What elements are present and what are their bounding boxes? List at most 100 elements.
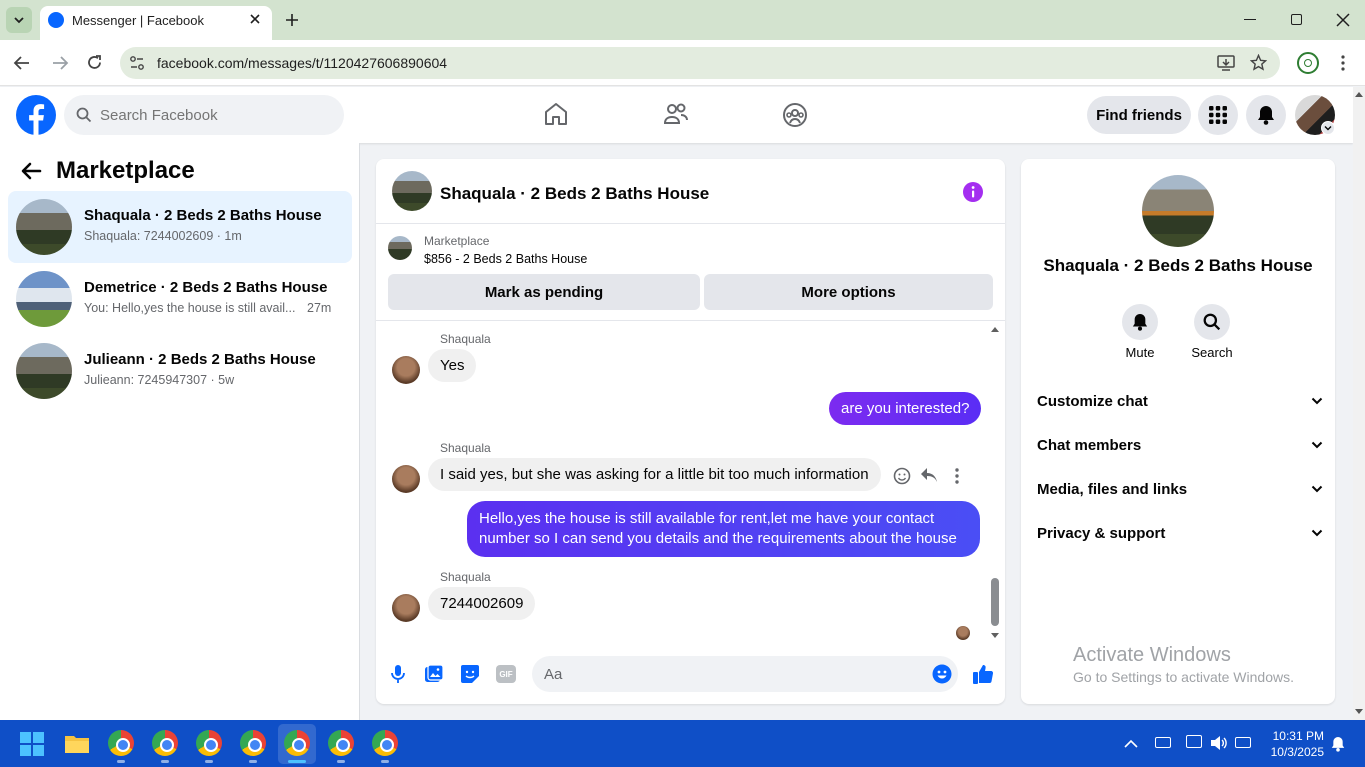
chevron-down-icon: [1311, 441, 1323, 449]
home-nav-icon[interactable]: [543, 101, 569, 127]
chrome-app-icon[interactable]: [284, 730, 310, 756]
chat-members-section[interactable]: Chat members: [1037, 425, 1323, 465]
chat-scroll-down-icon[interactable]: [990, 632, 1000, 640]
profile-icon[interactable]: [1297, 52, 1319, 74]
app-running-indicator: [205, 760, 213, 763]
sender-avatar[interactable]: [392, 356, 420, 384]
conversation-thumbnail: [16, 199, 72, 255]
back-arrow-icon[interactable]: [13, 55, 31, 71]
message-sender: Shaqualа: [440, 332, 491, 346]
find-friends-button[interactable]: Find friends: [1087, 96, 1191, 134]
incoming-message[interactable]: Yes: [428, 349, 477, 382]
sender-avatar[interactable]: [392, 594, 420, 622]
notifications-button[interactable]: [1246, 95, 1286, 135]
incoming-message[interactable]: 7244002609: [428, 587, 536, 620]
install-app-icon[interactable]: [1217, 55, 1235, 71]
close-tab-icon[interactable]: [248, 12, 262, 26]
chrome-app-icon[interactable]: [108, 730, 134, 756]
new-tab-icon[interactable]: [284, 12, 300, 28]
profile-picture[interactable]: [1142, 175, 1214, 247]
groups-nav-icon[interactable]: [782, 102, 808, 128]
windows-start-icon[interactable]: [20, 732, 44, 756]
chat-scrollbar-thumb[interactable]: [991, 578, 999, 626]
battery-icon[interactable]: [1235, 737, 1251, 748]
chevron-down-icon: [14, 17, 24, 24]
privacy-support-section[interactable]: Privacy & support: [1037, 513, 1323, 553]
search-conversation-button[interactable]: [1194, 304, 1230, 340]
incoming-message[interactable]: I said yes, but she was asking for a lit…: [428, 458, 881, 491]
listing-thumbnail[interactable]: [388, 236, 412, 260]
facebook-logo-icon[interactable]: [16, 95, 56, 135]
outgoing-message[interactable]: are you interested?: [829, 392, 982, 425]
media-files-links-section[interactable]: Media, files and links: [1037, 469, 1323, 509]
chat-title[interactable]: Shaqualа · 2 Beds 2 Baths House: [440, 184, 709, 204]
notification-bell-icon[interactable]: [1331, 736, 1345, 752]
url-text[interactable]: facebook.com/messages/t/1120427606890604: [157, 55, 447, 71]
chat-avatar[interactable]: [392, 171, 432, 211]
network-icon[interactable]: [1186, 735, 1202, 748]
page-scrollbar[interactable]: [1353, 87, 1365, 720]
app-running-indicator: [337, 760, 345, 763]
show-hidden-icons-icon[interactable]: [1124, 739, 1138, 748]
seen-receipt-avatar: [956, 626, 970, 640]
sticker-icon[interactable]: [460, 664, 480, 684]
tab-search-button[interactable]: [6, 7, 32, 33]
voice-clip-icon[interactable]: [389, 664, 407, 684]
chrome-app-icon[interactable]: [196, 730, 222, 756]
conversation-item[interactable]: Julieann · 2 Beds 2 Baths House Julieann…: [8, 335, 352, 407]
clock-date[interactable]: 10/3/2025: [1262, 745, 1324, 759]
message-sender: Shaqualа: [440, 441, 491, 455]
friends-nav-icon[interactable]: [663, 102, 689, 126]
chrome-app-icon[interactable]: [328, 730, 354, 756]
file-explorer-icon[interactable]: [64, 733, 90, 755]
like-thumbs-up-icon[interactable]: [972, 663, 994, 685]
search-box[interactable]: [64, 95, 344, 135]
customize-chat-section[interactable]: Customize chat: [1037, 381, 1323, 421]
conversation-item[interactable]: Demetrice · 2 Beds 2 Baths House You: He…: [8, 263, 352, 335]
chat-scroll-up-icon[interactable]: [990, 325, 1000, 333]
sender-avatar[interactable]: [392, 465, 420, 493]
conversation-item[interactable]: Shaqualа · 2 Beds 2 Baths House Shaqualа…: [8, 191, 352, 263]
header-divider: [376, 223, 1005, 224]
back-arrow-icon[interactable]: [21, 162, 42, 180]
more-actions-icon[interactable]: [955, 468, 959, 484]
reply-icon[interactable]: [920, 467, 938, 483]
app-running-indicator: [117, 760, 125, 763]
search-label: Search: [1191, 345, 1233, 360]
minimize-icon[interactable]: [1244, 19, 1256, 20]
close-window-icon[interactable]: [1336, 13, 1350, 27]
bookmark-star-icon[interactable]: [1250, 54, 1267, 71]
volume-icon[interactable]: [1210, 735, 1228, 751]
chrome-app-icon[interactable]: [152, 730, 178, 756]
section-label: Media, files and links: [1037, 480, 1188, 498]
more-options-button[interactable]: More options: [704, 274, 993, 310]
site-settings-icon[interactable]: [129, 55, 145, 71]
attach-photo-icon[interactable]: [424, 664, 444, 684]
search-icon: [1203, 313, 1221, 331]
facebook-favicon-icon: [48, 12, 64, 28]
chrome-app-icon[interactable]: [240, 730, 266, 756]
clock-time[interactable]: 10:31 PM: [1262, 729, 1324, 743]
page-scroll-down-icon[interactable]: [1353, 707, 1365, 717]
keyboard-icon[interactable]: [1155, 737, 1171, 748]
browser-menu-icon[interactable]: [1341, 55, 1345, 71]
outgoing-message[interactable]: Hello,yes the house is still available f…: [467, 501, 980, 557]
react-emoji-icon[interactable]: [893, 467, 911, 485]
listing-price[interactable]: $856 - 2 Beds 2 Baths House: [424, 252, 587, 266]
message-input[interactable]: Aa: [532, 656, 958, 692]
mute-button[interactable]: [1122, 304, 1158, 340]
restore-icon[interactable]: [1291, 14, 1302, 25]
search-input[interactable]: [100, 95, 330, 135]
mute-label: Mute: [1125, 345, 1155, 360]
forward-arrow-icon[interactable]: [51, 55, 69, 71]
account-chevron-icon[interactable]: [1321, 121, 1335, 135]
info-icon[interactable]: [962, 181, 984, 203]
sidebar-title: Marketplace: [56, 157, 195, 184]
menu-button[interactable]: [1198, 95, 1238, 135]
mark-as-pending-button[interactable]: Mark as pending: [388, 274, 700, 310]
emoji-icon[interactable]: [932, 664, 952, 684]
reload-icon[interactable]: [86, 54, 103, 71]
message-sender: Shaqualа: [440, 570, 491, 584]
chrome-app-icon[interactable]: [372, 730, 398, 756]
gif-icon[interactable]: GIF: [496, 665, 516, 683]
